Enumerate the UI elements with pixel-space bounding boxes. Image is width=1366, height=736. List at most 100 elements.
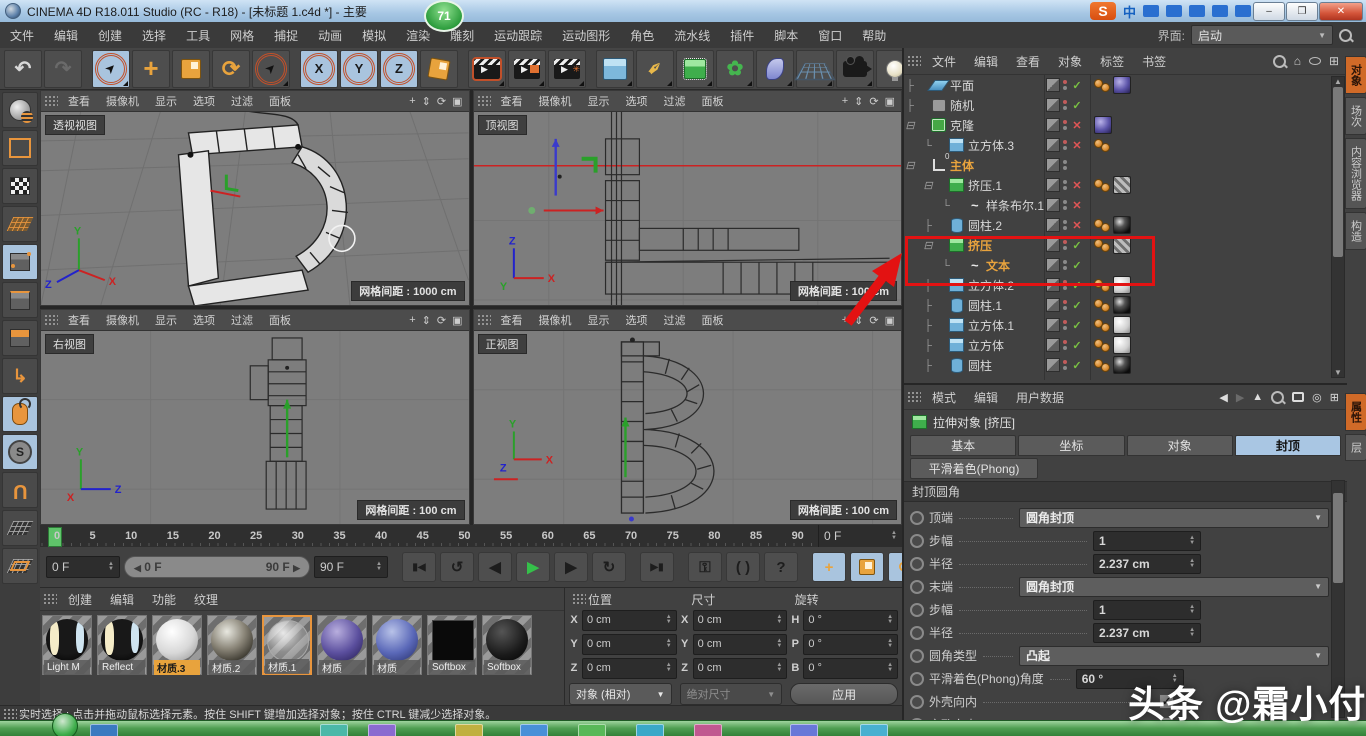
layer-icon[interactable] — [1046, 298, 1060, 312]
add-primitive-button[interactable] — [596, 50, 634, 88]
mat-menu-create[interactable]: 创建 — [59, 591, 101, 608]
tab-phong[interactable]: 平滑着色(Phong) — [910, 458, 1038, 479]
panel-grip-icon[interactable] — [907, 391, 921, 403]
preview-range-slider[interactable]: ◀ 0 F 90 F ▶ — [124, 556, 310, 578]
timeline-ticks[interactable]: 0 5 10 15 20 25 30 35 40 45 50 55 60 65 … — [40, 525, 818, 547]
menu-simulate[interactable]: 模拟 — [352, 27, 396, 44]
object-row[interactable]: ⊟ 克隆 ✕ — [904, 115, 1347, 135]
menu-select[interactable]: 选择 — [132, 27, 176, 44]
taskbar-icon[interactable] — [636, 724, 664, 736]
spinner-arrows-icon[interactable]: ▲▼ — [108, 562, 114, 572]
vp-menu-display[interactable]: 显示 — [147, 93, 185, 109]
enabled-icon[interactable]: ✓ — [1070, 319, 1084, 332]
anim-dot-icon[interactable] — [910, 672, 924, 686]
layer-icon[interactable] — [1046, 318, 1060, 332]
points-mode-button[interactable] — [2, 244, 38, 280]
menu-mograph[interactable]: 运动图形 — [552, 27, 620, 44]
live-selection-tool[interactable]: ➤ — [92, 50, 130, 88]
tab-content-browser[interactable]: 内容浏览器 — [1345, 138, 1366, 209]
anim-dot-icon[interactable] — [910, 511, 924, 525]
menu-plugins[interactable]: 插件 — [720, 27, 764, 44]
add-mograph-button[interactable]: ✿ — [716, 50, 754, 88]
add-panel-icon[interactable]: ⊞ — [1329, 54, 1339, 68]
taskbar-icon[interactable] — [578, 724, 606, 736]
anim-dot-icon[interactable] — [910, 695, 924, 709]
layer-icon[interactable] — [1046, 338, 1060, 352]
vp-menu-options[interactable]: 选项 — [185, 93, 223, 109]
vp-menu-options[interactable]: 选项 — [618, 93, 656, 109]
menu-motion-tracker[interactable]: 运动跟踪 — [484, 27, 552, 44]
panel-grip-icon[interactable] — [44, 314, 58, 326]
disabled-icon[interactable]: ✕ — [1070, 179, 1084, 192]
vp-menu-options[interactable]: 选项 — [185, 312, 223, 328]
fillet-type-dropdown[interactable]: 凸起▼ — [1019, 646, 1329, 666]
vp-menu-display[interactable]: 显示 — [580, 93, 618, 109]
redo-button[interactable]: ↷ — [44, 50, 82, 88]
zoom-view-icon[interactable]: ⇕ — [422, 314, 431, 327]
vp-menu-view[interactable]: 查看 — [60, 312, 98, 328]
om-menu-edit[interactable]: 编辑 — [965, 53, 1007, 70]
size-x-field[interactable]: 0 cm▲▼ — [693, 610, 788, 631]
vp-menu-panel[interactable]: 面板 — [694, 312, 732, 328]
lock-y-axis-button[interactable]: Y — [340, 50, 378, 88]
rotation-p-field[interactable]: 0 °▲▼ — [803, 634, 898, 655]
vp-menu-panel[interactable]: 面板 — [261, 93, 299, 109]
search-icon[interactable] — [1271, 391, 1284, 404]
material-item[interactable]: 材质.1 — [262, 615, 314, 675]
material-item-selected[interactable]: 材质.3 — [152, 615, 204, 675]
start-orb[interactable] — [52, 713, 78, 736]
taskbar-icon[interactable] — [455, 724, 483, 736]
range-end-field[interactable]: 90 F▲▼ — [314, 556, 388, 578]
am-menu-mode[interactable]: 模式 — [923, 389, 965, 406]
make-editable-button[interactable] — [2, 92, 38, 128]
panel-grip-icon[interactable] — [477, 95, 491, 107]
rotation-h-field[interactable]: 0 °▲▼ — [803, 610, 898, 631]
anim-dot-icon[interactable] — [910, 557, 924, 571]
menu-file[interactable]: 文件 — [0, 27, 44, 44]
key-position-button[interactable]: + — [812, 552, 846, 582]
home-icon[interactable]: ⌂ — [1294, 54, 1301, 68]
render-picture-viewer-button[interactable] — [508, 50, 546, 88]
position-y-field[interactable]: 0 cm▲▼ — [582, 634, 677, 655]
layer-icon[interactable] — [1046, 78, 1060, 92]
rotate-tool[interactable]: ⟳ — [212, 50, 250, 88]
menu-character[interactable]: 角色 — [620, 27, 664, 44]
play-loop-button[interactable]: ↻ — [592, 552, 626, 582]
tab-caps[interactable]: 封顶 — [1235, 435, 1341, 456]
vp-menu-panel[interactable]: 面板 — [261, 312, 299, 328]
history-back-icon[interactable]: ◀ — [1219, 391, 1227, 404]
material-tag-icon[interactable] — [1113, 176, 1131, 194]
object-row[interactable]: ⊟ 挤压.1 ✕ — [904, 175, 1347, 195]
texture-tag-icon[interactable] — [1094, 319, 1110, 332]
interface-dropdown[interactable]: 启动 ▼ — [1191, 25, 1333, 45]
key-scale-button[interactable] — [850, 552, 884, 582]
tab-layers[interactable]: 层 — [1345, 434, 1366, 461]
material-item[interactable]: Reflect — [97, 615, 149, 675]
texture-tag-icon[interactable] — [1094, 339, 1110, 352]
menu-tools[interactable]: 工具 — [176, 27, 220, 44]
collapse-icon[interactable]: ⊟ — [904, 159, 916, 172]
punctuation-icon[interactable] — [1143, 5, 1159, 17]
material-item[interactable]: 材质 — [372, 615, 424, 675]
vp-menu-display[interactable]: 显示 — [580, 312, 618, 328]
anim-dot-icon[interactable] — [910, 626, 924, 640]
enabled-icon[interactable]: ✓ — [1070, 99, 1084, 112]
object-row[interactable]: ├ 圆柱.1 ✓ — [904, 295, 1347, 315]
next-frame-button[interactable]: ▶ — [554, 552, 588, 582]
size-z-field[interactable]: 0 cm▲▼ — [693, 658, 788, 679]
keyframe-selection-button[interactable]: ? — [764, 552, 798, 582]
layer-icon[interactable] — [1046, 138, 1060, 152]
range-right-icon[interactable]: ▶ — [293, 563, 300, 573]
material-tag-icon[interactable] — [1113, 316, 1131, 334]
enabled-icon[interactable]: ✓ — [1070, 79, 1084, 92]
texture-tag-icon[interactable] — [1094, 299, 1110, 312]
position-z-field[interactable]: 0 cm▲▼ — [582, 658, 677, 679]
object-row[interactable]: ├ 立方体.1 ✓ — [904, 315, 1347, 335]
mic-icon[interactable] — [1189, 5, 1205, 17]
layer-icon[interactable] — [1046, 358, 1060, 372]
object-row[interactable]: └ 立方体.3 ✕ — [904, 135, 1347, 155]
om-menu-tags[interactable]: 标签 — [1091, 53, 1133, 70]
vp-menu-view[interactable]: 查看 — [60, 93, 98, 109]
pan-view-icon[interactable]: + — [409, 314, 415, 327]
radius-spinner[interactable]: 2.237 cm▲▼ — [1093, 554, 1201, 574]
